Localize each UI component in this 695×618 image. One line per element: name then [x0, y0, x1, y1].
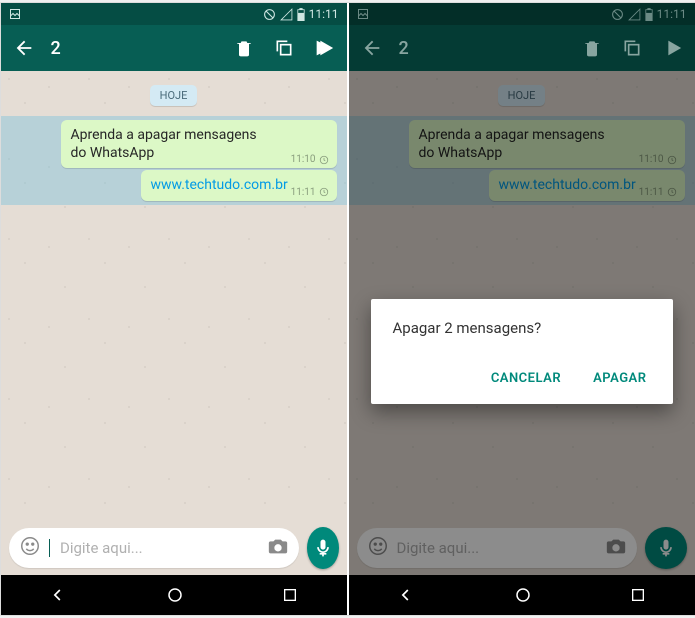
- forward-icon: [659, 37, 685, 59]
- message-bubble[interactable]: www.techtudo.com.br 11:11: [141, 170, 337, 200]
- status-bar: 11:11: [1, 3, 347, 25]
- screenshot-icon: [9, 8, 21, 20]
- message-bubble[interactable]: Aprenda a apagar mensagens do WhatsApp 1…: [61, 120, 337, 168]
- nav-back-icon[interactable]: [397, 585, 417, 605]
- status-time: 11:11: [309, 7, 339, 21]
- emoji-icon[interactable]: [19, 535, 41, 561]
- selected-messages[interactable]: Aprenda a apagar mensagens do WhatsApp 1…: [1, 116, 347, 205]
- no-sim-icon: [263, 8, 276, 21]
- delete-dialog: Apagar 2 mensagens? CANCELAR APAGAR: [371, 299, 673, 404]
- no-sim-icon: [611, 8, 624, 21]
- confirm-delete-button[interactable]: APAGAR: [589, 363, 650, 394]
- phone-screen-right: 11:11 2 HOJE Aprenda a apagar mensagens …: [349, 3, 695, 615]
- signal-icon: [280, 8, 293, 21]
- message-input-field[interactable]: [9, 528, 300, 568]
- cancel-button[interactable]: CANCELAR: [487, 363, 565, 394]
- status-time: 11:11: [657, 7, 687, 21]
- nav-back-icon[interactable]: [49, 585, 69, 605]
- battery-icon: [297, 8, 305, 21]
- back-icon[interactable]: [11, 37, 37, 59]
- message-input[interactable]: [60, 539, 259, 557]
- delete-icon[interactable]: [231, 38, 257, 58]
- dialog-title: Apagar 2 mensagens?: [393, 319, 651, 337]
- date-chip: HOJE: [150, 85, 198, 106]
- selection-action-bar: 2: [349, 25, 695, 71]
- nav-bar: [349, 575, 695, 615]
- chat-body: HOJE Aprenda a apagar mensagens do Whats…: [1, 71, 347, 521]
- nav-home-icon[interactable]: [166, 586, 184, 604]
- camera-icon[interactable]: [267, 535, 289, 561]
- selection-count: 2: [51, 38, 217, 59]
- nav-bar: [1, 575, 347, 615]
- status-bar: 11:11: [349, 3, 695, 25]
- nav-recent-icon[interactable]: [282, 587, 298, 603]
- mic-button[interactable]: [307, 527, 339, 569]
- clock-icon: [318, 155, 330, 165]
- battery-icon: [645, 8, 653, 21]
- selection-action-bar: 2: [1, 25, 347, 71]
- signal-icon: [628, 8, 641, 21]
- clock-icon: [318, 187, 330, 197]
- back-icon: [359, 37, 385, 59]
- selection-count: 2: [399, 38, 565, 59]
- nav-home-icon[interactable]: [514, 586, 532, 604]
- input-bar: [1, 521, 347, 575]
- copy-icon[interactable]: [271, 38, 297, 58]
- phone-screen-left: 11:11 2 HOJE Aprenda a apagar mensagens …: [1, 3, 347, 615]
- delete-icon: [579, 38, 605, 58]
- nav-recent-icon[interactable]: [630, 587, 646, 603]
- screenshot-icon: [357, 8, 369, 20]
- text-cursor: [49, 539, 51, 557]
- copy-icon: [619, 38, 645, 58]
- forward-icon[interactable]: [311, 37, 337, 59]
